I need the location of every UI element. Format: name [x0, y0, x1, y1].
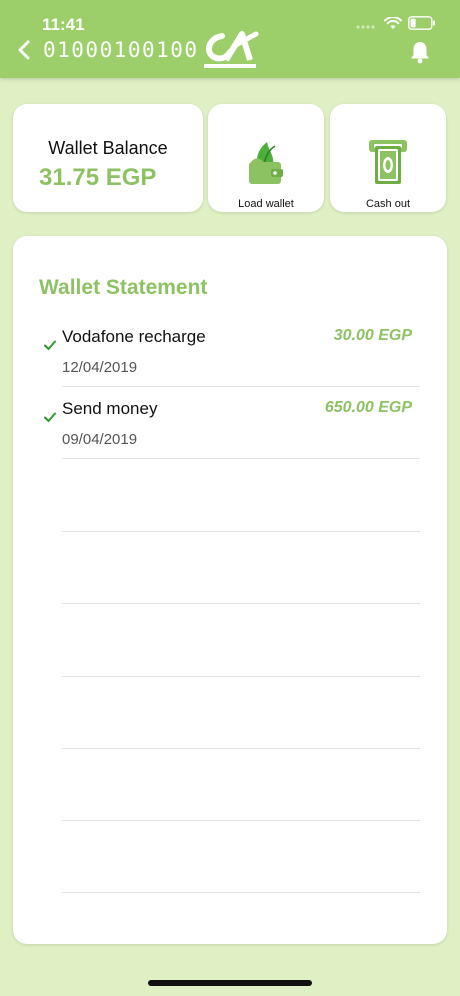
transaction-description: Vodafone recharge	[62, 327, 206, 346]
empty-row-divider	[62, 676, 420, 677]
status-time: 11:41	[42, 15, 85, 34]
wallet-statement-card: Wallet Statement Vodafone recharge 12/04…	[13, 236, 447, 944]
checkmark-icon	[44, 412, 56, 422]
account-number: 01000100100	[43, 38, 199, 62]
cash-out-label: Cash out	[365, 198, 411, 210]
load-wallet-button[interactable]: Load wallet	[208, 104, 324, 212]
empty-row-divider	[62, 820, 420, 821]
load-wallet-label: Load wallet	[238, 198, 294, 210]
bell-icon	[411, 42, 429, 64]
empty-row-divider	[62, 603, 420, 604]
notifications-button[interactable]	[406, 38, 434, 66]
empty-row-divider	[62, 892, 420, 893]
wallet-balance-label: Wallet Balance	[48, 138, 168, 158]
battery-icon	[408, 16, 435, 30]
wallet-balance-value: 31.75 EGP	[39, 164, 157, 191]
transaction-date: 12/04/2019	[62, 359, 138, 376]
transaction-row[interactable]: Vodafone recharge 12/04/2019 30.00 EGP	[44, 315, 420, 387]
transaction-row[interactable]: Send money 09/04/2019 650.00 EGP	[44, 387, 420, 459]
transaction-description: Send money	[62, 399, 158, 418]
chevron-left-icon	[18, 40, 30, 60]
back-button[interactable]	[12, 38, 36, 62]
transaction-date: 09/04/2019	[62, 431, 138, 448]
cash-out-icon	[369, 140, 407, 184]
credit-agricole-logo	[204, 31, 259, 68]
wallet-balance-card: Wallet Balance 31.75 EGP	[13, 104, 203, 212]
checkmark-icon	[44, 340, 56, 350]
empty-row-divider	[62, 531, 420, 532]
transaction-amount: 30.00 EGP	[333, 327, 412, 344]
signal-icon	[356, 25, 375, 29]
empty-row-divider	[62, 748, 420, 749]
cash-out-button[interactable]: Cash out	[330, 104, 446, 212]
wallet-statement-title: Wallet Statement	[39, 276, 208, 299]
app-header: 11:41 01000100100	[0, 0, 460, 78]
wallet-leaf-icon	[249, 142, 283, 184]
wifi-icon	[384, 16, 402, 29]
transaction-amount: 650.00 EGP	[324, 399, 412, 416]
home-indicator[interactable]	[148, 980, 312, 986]
status-icons	[356, 16, 436, 30]
